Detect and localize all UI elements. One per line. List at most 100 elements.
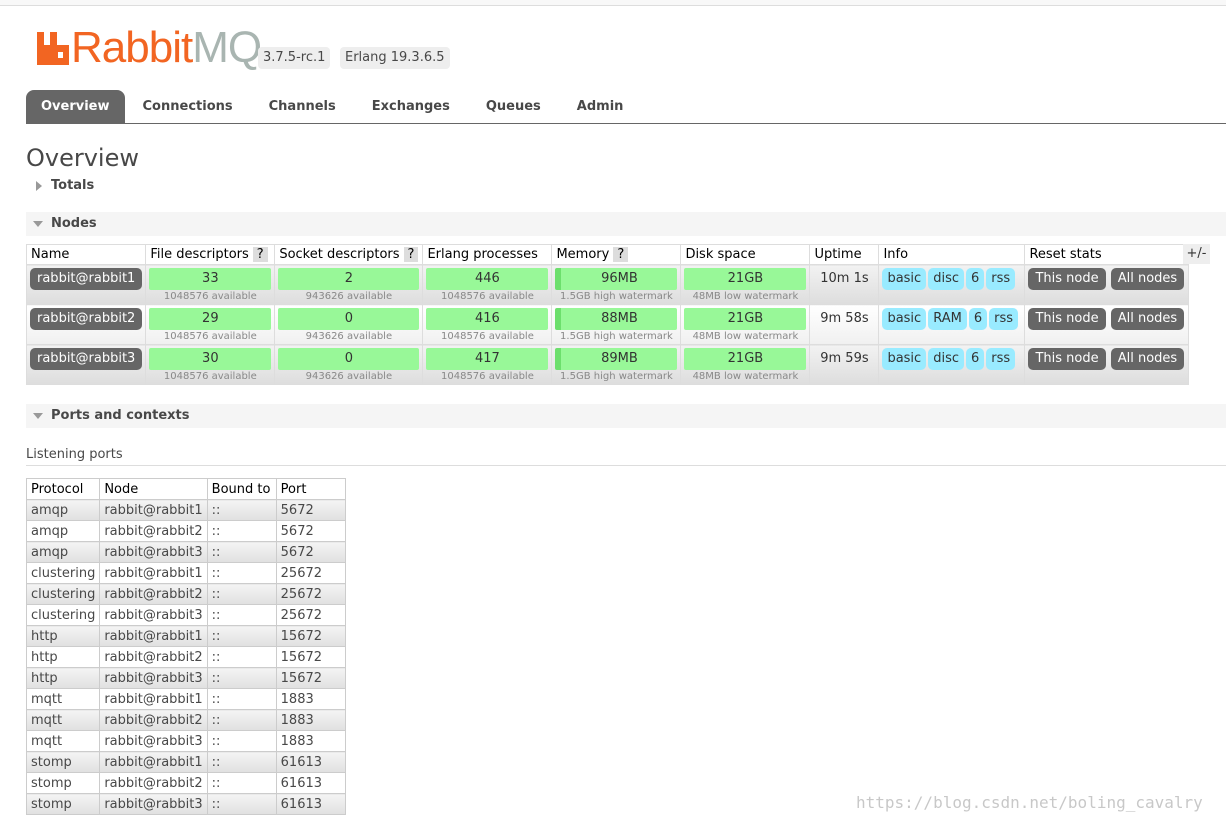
port-cell: http	[25, 625, 101, 647]
info-badge[interactable]: disc	[928, 348, 964, 370]
disk-space-sub: 48MB low watermark	[692, 291, 799, 302]
port-row: http rabbit@rabbit1:: 15672	[25, 625, 346, 647]
port-cell: rabbit@rabbit1	[99, 499, 208, 521]
nodes-toggle[interactable]: Nodes	[26, 212, 1226, 236]
port-row: mqtt rabbit@rabbit2:: 1883	[25, 709, 346, 731]
triangle-down-icon	[33, 413, 43, 419]
info-badge[interactable]: basic	[882, 348, 927, 370]
node-link[interactable]: rabbit@rabbit2	[30, 308, 143, 330]
info-badge[interactable]: 6	[966, 348, 985, 370]
logo-text-rabbit: Rabbit	[71, 23, 193, 72]
port-cell: stomp	[25, 751, 101, 773]
port-row: stomp rabbit@rabbit2:: 61613	[25, 772, 346, 794]
info-badge[interactable]: rss	[986, 348, 1016, 370]
port-row: http rabbit@rabbit2:: 15672	[25, 646, 346, 668]
file-descriptors-sub: 1048576 available	[163, 331, 257, 342]
port-cell: ::	[206, 730, 277, 752]
info-badge[interactable]: disc	[928, 268, 964, 290]
port-cell: mqtt	[25, 709, 101, 731]
port-cell: ::	[206, 709, 277, 731]
port-row: http rabbit@rabbit3:: 15672	[25, 667, 346, 689]
triangle-right-icon	[36, 181, 42, 191]
erlang-processes-cell: 416 1048576 available	[422, 304, 553, 345]
file-descriptors-sub: 1048576 available	[163, 371, 257, 382]
disk-space-cell: 21GB 48MB low watermark	[680, 304, 811, 345]
col-erlang-processes[interactable]: Erlang processes	[422, 244, 553, 265]
info-badge[interactable]: rss	[986, 268, 1016, 290]
file-descriptors-cell: 30 1048576 available	[145, 344, 276, 385]
erlang-version-badge: Erlang 19.3.6.5	[340, 47, 450, 69]
reset-this-node-button[interactable]: This node	[1028, 348, 1106, 370]
tab-queues[interactable]: Queues	[468, 90, 559, 123]
memory-bar: 88MB	[555, 308, 678, 330]
disk-space-sub: 48MB low watermark	[692, 331, 799, 342]
port-cell: http	[25, 667, 101, 689]
port-cell: clustering	[25, 583, 101, 605]
reset-all-nodes-button[interactable]: All nodes	[1110, 268, 1185, 290]
port-cell: rabbit@rabbit1	[99, 751, 208, 773]
tab-exchanges[interactable]: Exchanges	[354, 90, 468, 123]
port-cell: 25672	[275, 562, 346, 584]
port-cell: mqtt	[25, 688, 101, 710]
tab-admin[interactable]: Admin	[559, 90, 642, 123]
port-cell: 15672	[275, 667, 346, 689]
help-icon[interactable]: ?	[403, 247, 419, 262]
port-cell: 25672	[275, 604, 346, 626]
name-cell: rabbit@rabbit2	[25, 304, 147, 345]
port-cell: rabbit@rabbit3	[99, 541, 208, 563]
help-icon[interactable]: ?	[252, 247, 268, 262]
port-cell: 1883	[275, 688, 346, 710]
info-badge[interactable]: RAM	[928, 308, 967, 330]
main-tabs: Overview Connections Channels Exchanges Queu…	[26, 90, 1226, 124]
info-badge[interactable]: basic	[882, 268, 927, 290]
info-badge[interactable]: 6	[966, 268, 985, 290]
tab-channels[interactable]: Channels	[251, 90, 354, 123]
port-cell: 61613	[275, 793, 346, 815]
rabbitmq-logo[interactable]: RabbitMQTM	[37, 23, 272, 72]
reset-all-nodes-button[interactable]: All nodes	[1110, 308, 1185, 330]
help-icon[interactable]: ?	[613, 247, 629, 262]
node-row: rabbit@rabbit2 29 1048576 available 0 943626…	[25, 304, 1190, 345]
port-cell: 5672	[275, 520, 346, 542]
file-descriptors-cell: 33 1048576 available	[145, 264, 276, 305]
file-descriptors-bar: 29	[149, 308, 272, 330]
columns-toggle-button[interactable]: +/-	[1183, 244, 1210, 264]
port-cell: 61613	[275, 772, 346, 794]
reset-this-node-button[interactable]: This node	[1028, 268, 1106, 290]
watermark: https://blog.csdn.net/boling_cavalry	[856, 793, 1203, 812]
tab-connections[interactable]: Connections	[125, 90, 251, 123]
erlang-processes-cell: 417 1048576 available	[422, 344, 553, 385]
col-disk-space[interactable]: Disk space	[680, 244, 811, 265]
ports-toggle[interactable]: Ports and contexts	[26, 404, 1226, 428]
node-link[interactable]: rabbit@rabbit1	[30, 268, 143, 290]
info-badge[interactable]: 6	[968, 308, 988, 330]
socket-descriptors-bar: 0	[278, 348, 420, 370]
reset-this-node-button[interactable]: This node	[1028, 308, 1106, 330]
erlang-processes-sub: 1048576 available	[441, 371, 534, 382]
col-info[interactable]: Info	[878, 244, 1026, 265]
port-row: amqp rabbit@rabbit3:: 5672	[25, 541, 346, 563]
tab-overview[interactable]: Overview	[26, 90, 125, 123]
disk-space-bar: 21GB	[684, 268, 807, 290]
port-cell: ::	[206, 541, 277, 563]
node-link[interactable]: rabbit@rabbit3	[30, 348, 143, 370]
col-name[interactable]: Name	[25, 244, 147, 265]
uptime-cell: 9m 58s	[809, 304, 880, 345]
disk-space-bar: 21GB	[684, 348, 807, 370]
uptime-value: 9m 59s	[820, 351, 869, 366]
col-file-descriptors[interactable]: File descriptors?	[145, 244, 276, 265]
col-uptime[interactable]: Uptime	[809, 244, 880, 265]
info-badge[interactable]: rss	[989, 308, 1018, 330]
col-socket-descriptors[interactable]: Socket descriptors?	[274, 244, 424, 265]
col-memory[interactable]: Memory?	[551, 244, 682, 265]
info-cell: basic disc 6 rss	[878, 264, 1026, 305]
col-reset-stats[interactable]: Reset stats	[1024, 244, 1190, 265]
port-cell: rabbit@rabbit2	[99, 772, 208, 794]
info-badge[interactable]: basic	[882, 308, 927, 330]
node-row: rabbit@rabbit3 30 1048576 available 0 943626…	[25, 344, 1190, 385]
erlang-processes-bar: 417	[426, 348, 549, 370]
totals-toggle[interactable]: Totals	[26, 174, 1226, 198]
col-bound-to: Bound to	[206, 478, 277, 500]
socket-descriptors-sub: 943626 available	[305, 291, 393, 302]
reset-all-nodes-button[interactable]: All nodes	[1110, 348, 1185, 370]
